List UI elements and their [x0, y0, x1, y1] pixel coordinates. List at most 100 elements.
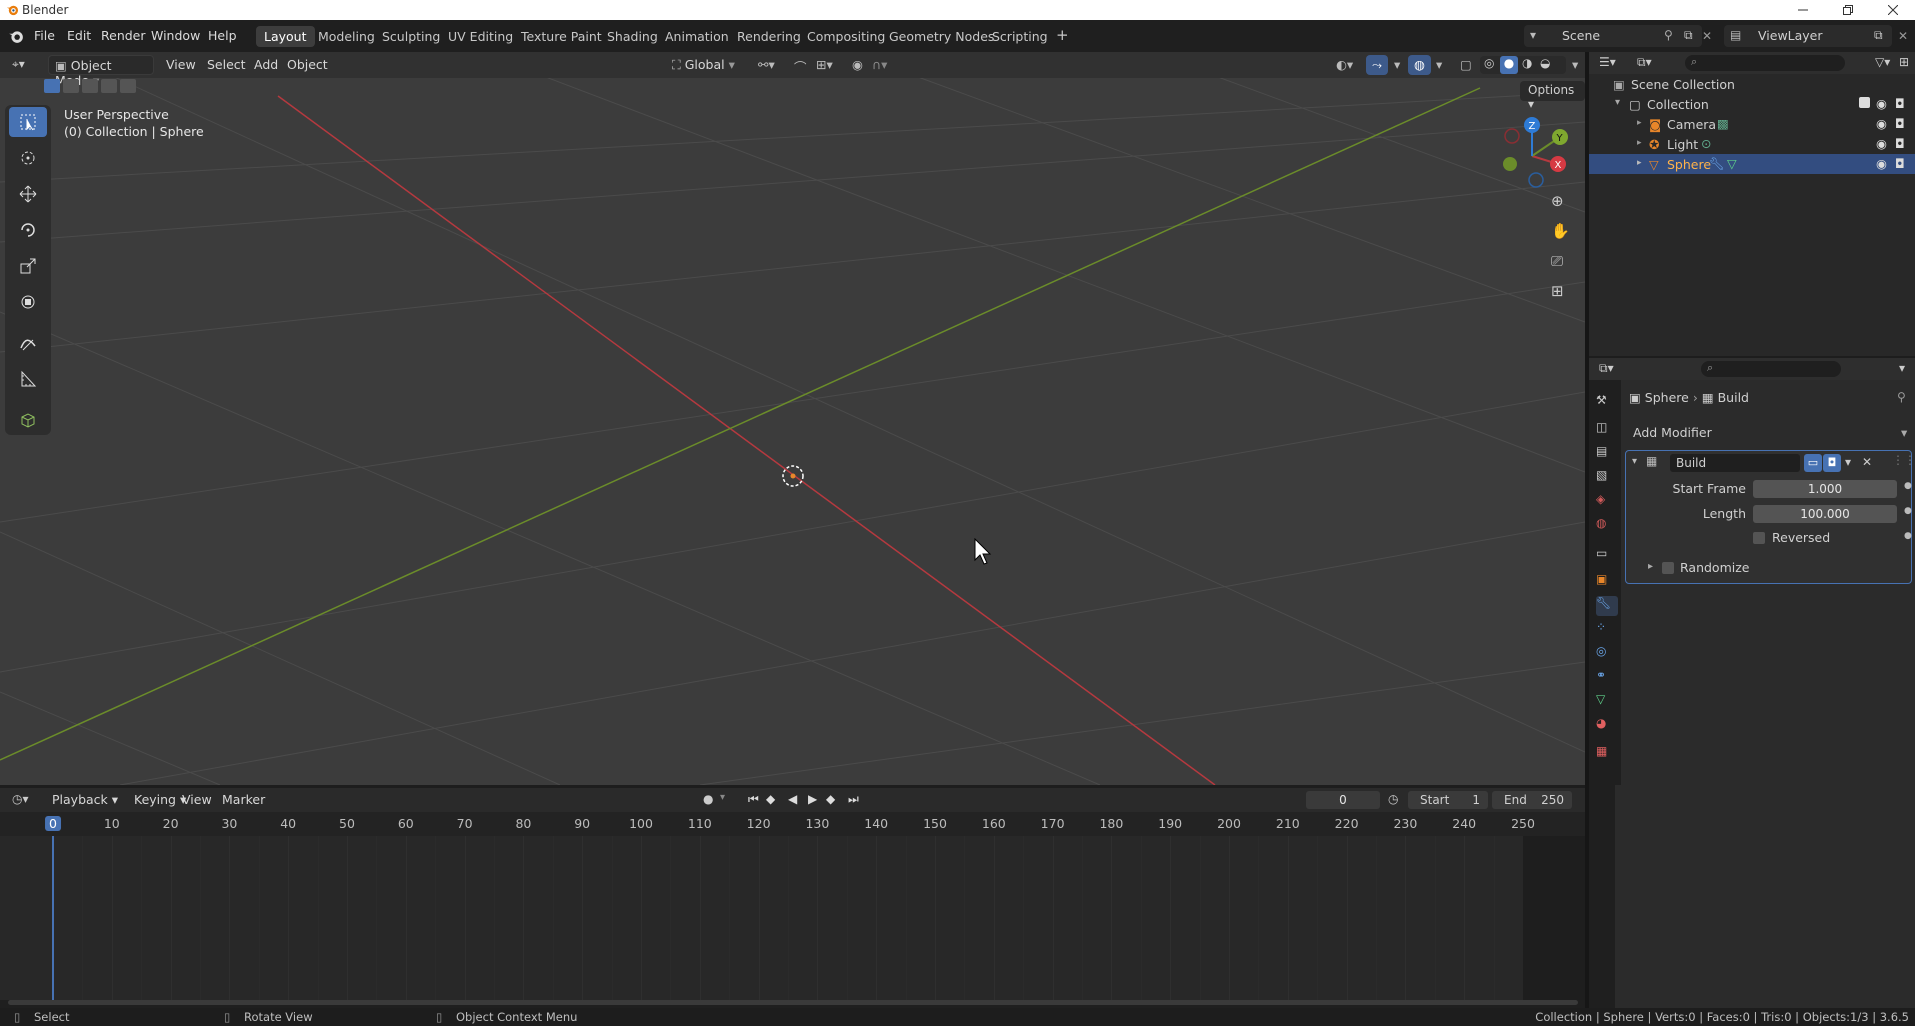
- display-mode-icon[interactable]: ⧉▾: [1637, 55, 1652, 70]
- keyframe-dot-icon[interactable]: ●: [1904, 531, 1912, 541]
- physics-tab-icon[interactable]: ◎: [1596, 644, 1616, 664]
- pin-icon[interactable]: ⚲: [1897, 390, 1906, 404]
- mesh-data-icon[interactable]: ▽: [1727, 156, 1737, 171]
- overlays-toggle-icon[interactable]: ◍: [1408, 55, 1431, 75]
- select-subtract-icon[interactable]: [82, 79, 98, 93]
- outliner-item-light[interactable]: ▸ ✪ Light ⊙ ◉ ◘: [1589, 134, 1915, 154]
- frame-ruler[interactable]: 0 10 20 30 40 50 60 70 80 90 100 110 120 130 140 150 160…: [0, 812, 1585, 836]
- menu-help[interactable]: Help: [202, 26, 243, 45]
- world-tab-icon[interactable]: ◍: [1596, 516, 1616, 536]
- viewport-menu-select[interactable]: Select: [201, 55, 252, 75]
- tab-uv-editing[interactable]: UV Editing: [440, 26, 521, 47]
- play-icon[interactable]: ▶: [808, 792, 817, 806]
- tab-layout[interactable]: Layout: [256, 26, 315, 47]
- ortho-grid-icon[interactable]: ⊞: [1551, 282, 1564, 300]
- shading-dropdown-icon[interactable]: ▾: [1566, 55, 1584, 75]
- outliner-collection[interactable]: ▾ ▢ Collection ◉ ◘: [1589, 94, 1915, 114]
- outliner-scene-collection[interactable]: ▣ Scene Collection: [1589, 74, 1915, 94]
- material-shading-icon[interactable]: ◑: [1522, 56, 1532, 70]
- timeline-area[interactable]: [0, 836, 1585, 1000]
- wireframe-shading-icon[interactable]: ◎: [1484, 56, 1494, 70]
- solid-shading-icon[interactable]: ●: [1500, 56, 1518, 74]
- remove-scene-icon[interactable]: ✕: [1702, 29, 1712, 43]
- pivot-icon[interactable]: ⚯▾: [752, 55, 781, 75]
- select-intersect-icon[interactable]: [120, 79, 136, 93]
- end-frame-timeline-field[interactable]: End 250: [1492, 791, 1572, 809]
- menu-playback[interactable]: Playback ▾: [46, 790, 124, 810]
- expand-icon[interactable]: ▸: [1637, 138, 1642, 148]
- collection-checkbox[interactable]: [1859, 97, 1870, 108]
- editor-type-icon[interactable]: ⌖▾: [12, 57, 25, 72]
- auto-keying-icon[interactable]: ●: [703, 792, 713, 806]
- filter-icon[interactable]: ▽▾: [1875, 55, 1890, 69]
- scene-tab-icon[interactable]: ◈: [1596, 492, 1616, 512]
- view-layer-tab-icon[interactable]: ▧: [1596, 468, 1616, 488]
- menu-file[interactable]: File: [28, 26, 61, 45]
- particles-tab-icon[interactable]: ⁘: [1596, 620, 1616, 640]
- randomize-checkbox[interactable]: [1662, 562, 1674, 574]
- output-tab-icon[interactable]: ▤: [1596, 444, 1616, 464]
- tab-animation[interactable]: Animation: [657, 26, 737, 47]
- tool-tab-icon[interactable]: ⚒: [1596, 393, 1616, 413]
- next-keyframe-icon[interactable]: ◆: [826, 792, 835, 806]
- length-field[interactable]: 100.000: [1753, 505, 1897, 523]
- preview-range-icon[interactable]: ◷: [1388, 792, 1398, 806]
- outliner-item-camera[interactable]: ▸ ◙ Camera ▩ ◉ ◘: [1589, 114, 1915, 134]
- start-frame-field[interactable]: 1.000: [1753, 480, 1897, 498]
- render-tab-icon[interactable]: ◫: [1596, 420, 1616, 440]
- blender-menu-icon[interactable]: [8, 28, 24, 44]
- minimize-button[interactable]: [1780, 0, 1825, 20]
- close-window-button[interactable]: [1870, 0, 1915, 20]
- expand-icon[interactable]: ▸: [1648, 561, 1653, 572]
- menu-timeline-view[interactable]: View: [176, 790, 218, 810]
- xray-icon[interactable]: ▢: [1454, 55, 1478, 75]
- play-reverse-icon[interactable]: ◀: [788, 792, 797, 806]
- properties-search-input[interactable]: ⌕: [1701, 361, 1841, 377]
- mode-dropdown[interactable]: ▣ Object Mode ▾: [48, 55, 154, 88]
- keying-dropdown-icon[interactable]: ▾: [720, 792, 725, 803]
- overlays-dropdown-icon[interactable]: ▾: [1430, 55, 1448, 75]
- restore-button[interactable]: [1825, 0, 1870, 20]
- visibility-eye-icon[interactable]: ◉: [1876, 116, 1887, 131]
- falloff-icon[interactable]: ∩▾: [866, 55, 893, 75]
- delete-modifier-icon[interactable]: ✕: [1862, 455, 1872, 469]
- expand-icon[interactable]: ▸: [1637, 158, 1642, 168]
- remove-viewlayer-icon[interactable]: ✕: [1898, 29, 1908, 43]
- area-divider[interactable]: [1585, 52, 1589, 1008]
- menu-render[interactable]: Render: [95, 26, 152, 45]
- scale-tool-icon[interactable]: [9, 251, 47, 281]
- tab-rendering[interactable]: Rendering: [729, 26, 809, 47]
- new-scene-icon[interactable]: ⧉: [1684, 28, 1693, 43]
- tab-compositing[interactable]: Compositing: [799, 26, 893, 47]
- orientation-dropdown[interactable]: ⛶ Global ▾: [666, 55, 741, 75]
- collapse-icon[interactable]: ▾: [1632, 456, 1637, 467]
- move-tool-icon[interactable]: [9, 179, 47, 209]
- constraints-tab-icon[interactable]: ⚭: [1596, 668, 1616, 688]
- camera-data-icon[interactable]: ▩: [1717, 116, 1729, 131]
- gizmo-toggle-icon[interactable]: ⤳: [1366, 55, 1389, 75]
- jump-end-icon[interactable]: ⏭: [848, 792, 859, 807]
- add-cube-tool-icon[interactable]: [9, 405, 47, 435]
- viewport-menu-view[interactable]: View: [160, 55, 202, 75]
- options-dropdown[interactable]: Options ▾: [1520, 81, 1585, 111]
- render-camera-icon[interactable]: ◘: [1895, 96, 1905, 111]
- render-camera-icon[interactable]: ◘: [1895, 116, 1905, 131]
- outliner-item-sphere[interactable]: ▸ ▽ Sphere 🔧︎ ▽ ◉ ◘: [1589, 154, 1915, 174]
- modifier-name-input[interactable]: Build: [1670, 454, 1800, 472]
- prev-keyframe-icon[interactable]: ◆: [766, 792, 775, 806]
- camera-view-icon[interactable]: ⎚: [1551, 252, 1563, 270]
- properties-options-icon[interactable]: ▾: [1899, 361, 1905, 375]
- reversed-checkbox[interactable]: [1753, 532, 1765, 544]
- expand-icon[interactable]: ▸: [1637, 118, 1642, 128]
- tab-scripting[interactable]: Scripting: [984, 26, 1056, 47]
- properties-editor-icon[interactable]: ⧉▾: [1599, 361, 1614, 376]
- keyframe-dot-icon[interactable]: ●: [1904, 506, 1912, 516]
- start-frame-timeline-field[interactable]: Start 1: [1408, 791, 1488, 809]
- select-invert-icon[interactable]: [101, 79, 117, 93]
- modifier-wrench-icon[interactable]: 🔧︎: [1709, 156, 1725, 172]
- viewport-menu-add[interactable]: Add: [248, 55, 284, 75]
- drag-handle-icon[interactable]: ⋮⋮: [1892, 453, 1915, 467]
- texture-tab-icon[interactable]: ▦: [1596, 744, 1616, 764]
- select-extend-icon[interactable]: [63, 79, 79, 93]
- rendered-shading-icon[interactable]: ◒: [1540, 56, 1550, 70]
